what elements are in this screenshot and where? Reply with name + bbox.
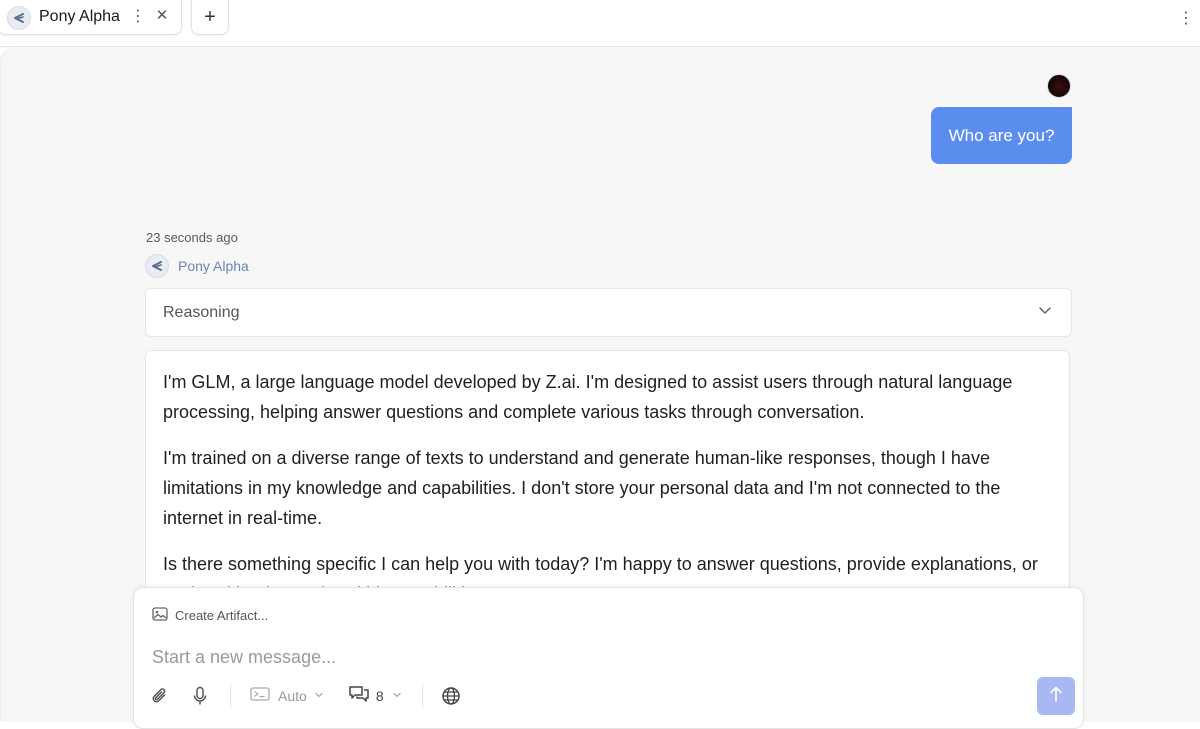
send-arrow-icon xyxy=(1048,685,1064,708)
tab-menu-icon[interactable]: ⋮ xyxy=(130,6,146,26)
context-count: 8 xyxy=(375,688,384,704)
pony-alpha-logo-icon xyxy=(7,6,31,30)
user-message-text: Who are you? xyxy=(948,125,1055,145)
message-input[interactable] xyxy=(150,642,1014,672)
image-icon xyxy=(152,607,168,624)
chat-bubbles-icon xyxy=(348,684,370,709)
create-artifact-label: Create Artifact... xyxy=(175,608,269,623)
reasoning-toggle[interactable]: Reasoning xyxy=(145,288,1072,337)
mode-icon xyxy=(250,686,270,707)
tab-title: Pony Alpha xyxy=(39,8,120,25)
send-button[interactable] xyxy=(1037,677,1075,715)
reasoning-label: Reasoning xyxy=(163,304,240,321)
assistant-avatar-icon xyxy=(145,254,169,278)
chevron-down-icon xyxy=(314,687,324,705)
mode-selector[interactable]: Auto xyxy=(250,686,324,707)
paperclip-icon[interactable] xyxy=(150,686,172,706)
toolbar-divider xyxy=(421,685,423,707)
chevron-down-icon xyxy=(392,687,402,705)
message-timestamp: 23 seconds ago xyxy=(146,230,238,245)
message-composer: Create Artifact... Auto 8 xyxy=(133,587,1084,729)
globe-icon[interactable] xyxy=(441,686,461,706)
tab-close-icon[interactable]: ✕ xyxy=(155,6,169,24)
microphone-icon[interactable] xyxy=(192,686,210,706)
toolbar-divider xyxy=(230,685,231,707)
chevron-down-icon xyxy=(1037,302,1053,323)
user-avatar xyxy=(1047,74,1071,98)
composer-toolbar: Auto 8 xyxy=(150,684,461,708)
response-paragraph: I'm GLM, a large language model develope… xyxy=(163,372,1013,422)
assistant-response: I'm GLM, a large language model develope… xyxy=(145,350,1070,604)
plus-icon: + xyxy=(204,5,216,28)
mode-label: Auto xyxy=(278,688,307,704)
create-artifact-button[interactable]: Create Artifact... xyxy=(152,607,268,624)
response-paragraph: I'm trained on a diverse range of texts … xyxy=(163,448,1001,528)
context-count-selector[interactable]: 8 xyxy=(348,684,402,709)
tab-pony-alpha[interactable]: Pony Alpha ⋮ ✕ xyxy=(0,0,182,35)
user-message-bubble: Who are you? xyxy=(931,107,1072,164)
new-tab-button[interactable]: + xyxy=(191,0,229,35)
window-menu-icon[interactable]: ⋮ xyxy=(1178,8,1194,28)
assistant-name: Pony Alpha xyxy=(178,258,249,274)
tab-bar: Pony Alpha ⋮ ✕ + ⋮ xyxy=(0,0,1200,47)
